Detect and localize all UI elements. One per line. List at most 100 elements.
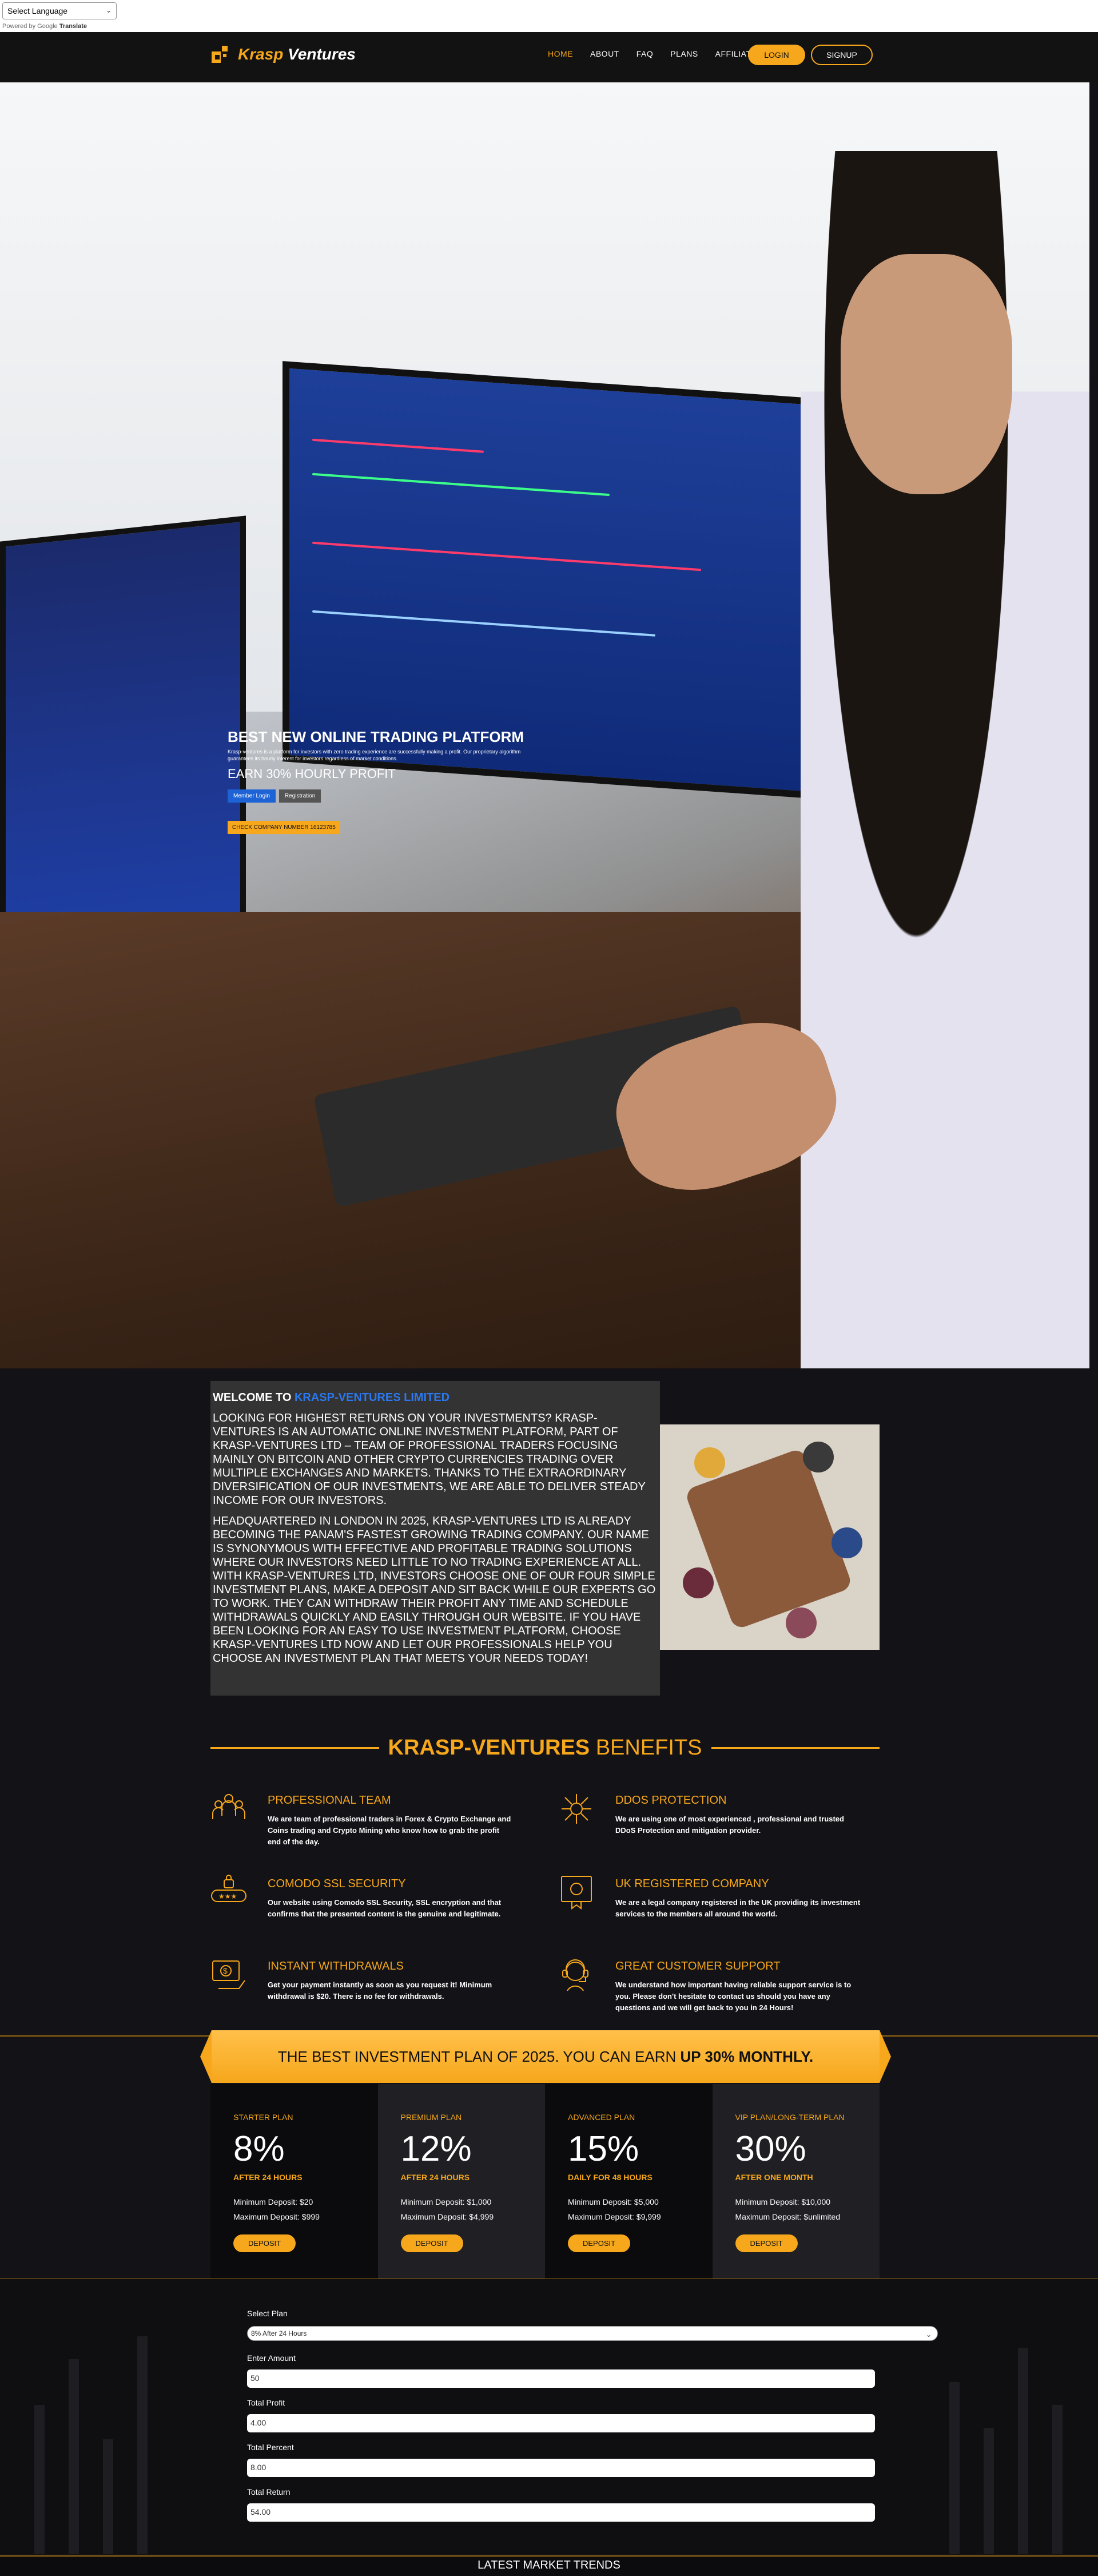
hero-title: BEST NEW ONLINE TRADING PLATFORM (228, 728, 524, 745)
registration-button[interactable]: Registration (279, 789, 321, 803)
logo-icon (210, 43, 232, 65)
hero-section: BEST NEW ONLINE TRADING PLATFORM Krasp-v… (0, 82, 1089, 1368)
benefits-heading-rest: BENEFITS (595, 1735, 702, 1760)
plan-percent: 30% (735, 2129, 806, 2169)
total-percent-label: Total Percent (247, 2443, 294, 2452)
main-nav: HOME ABOUT FAQ PLANS AFFILIATES (548, 49, 762, 58)
login-button[interactable]: LOGIN (748, 45, 805, 65)
plan-duration: AFTER 24 HOURS (400, 2173, 470, 2182)
nav-faq[interactable]: FAQ (636, 49, 654, 58)
company-number-button[interactable]: CHECK COMPANY NUMBER 16123785 (228, 821, 340, 834)
welcome-heading-prefix: WELCOME TO (213, 1391, 292, 1404)
language-select[interactable]: Select Language ⌄ (2, 2, 117, 19)
svg-text:★★★: ★★★ (218, 1892, 237, 1900)
investment-banner: THE BEST INVESTMENT PLAN OF 2025. YOU CA… (200, 2030, 891, 2083)
plan-card-premium: PREMIUM PLAN 12% AFTER 24 HOURS Minimum … (377, 2084, 545, 2279)
benefits-heading: KRASP-VENTURES BENEFITS (379, 1736, 711, 1760)
amount-label: Enter Amount (247, 2353, 296, 2363)
benefit-text: We are using one of most experienced , p… (615, 1815, 844, 1835)
plan-name: ADVANCED PLAN (568, 2113, 635, 2122)
plan-card-advanced: ADVANCED PLAN 15% DAILY FOR 48 HOURS Min… (545, 2084, 713, 2279)
plan-duration: DAILY FOR 48 HOURS (568, 2173, 653, 2182)
shield-icon (558, 1791, 595, 1827)
plan-card-starter: STARTER PLAN 8% AFTER 24 HOURS Minimum D… (210, 2084, 378, 2279)
total-return-field: 54.00 (247, 2503, 875, 2522)
plan-min-deposit: Minimum Deposit: $10,000 (735, 2197, 831, 2206)
logo-part-1: Krasp (238, 45, 284, 63)
plan-max-deposit: Maximum Deposit: $999 (233, 2212, 320, 2221)
benefit-title: UK REGISTERED COMPANY (615, 1878, 769, 1890)
deposit-button[interactable]: DEPOSIT (233, 2234, 296, 2252)
total-profit-field: 4.00 (247, 2414, 875, 2432)
hero-person-face (841, 254, 1012, 494)
benefit-title: COMODO SSL SECURITY (268, 1878, 406, 1890)
benefit-title: PROFESSIONAL TEAM (268, 1794, 391, 1807)
hero-profit: EARN 30% HOURLY PROFIT (228, 767, 396, 781)
member-login-button[interactable]: Member Login (228, 789, 276, 803)
plan-percent: 8% (233, 2129, 285, 2169)
logo-text: Krasp Ventures (238, 45, 356, 63)
translate-link[interactable]: Translate (59, 23, 87, 30)
certificate-icon (558, 1874, 595, 1911)
powered-by-google: Powered by Google Translate (2, 23, 87, 30)
plan-min-deposit: Minimum Deposit: $20 (233, 2197, 313, 2206)
chevron-down-icon: ⌄ (925, 2331, 932, 2339)
benefits-heading-brand: KRASP-VENTURES (388, 1735, 590, 1760)
select-plan-label: Select Plan (247, 2309, 288, 2318)
hero-monitor-left (0, 515, 246, 954)
deposit-button[interactable]: DEPOSIT (400, 2234, 463, 2252)
benefit-text: We are a legal company registered in the… (615, 1898, 861, 1918)
hero-subtitle: Krasp-ventures is a platform for investo… (228, 749, 521, 761)
plan-name: VIP PLAN/LONG-TERM PLAN (735, 2113, 845, 2122)
benefit-text: We are team of professional traders in F… (268, 1815, 511, 1846)
benefit-text: Get your payment instantly as soon as yo… (268, 1980, 492, 2001)
nav-plans[interactable]: PLANS (670, 49, 698, 58)
nav-home[interactable]: HOME (548, 49, 573, 58)
plan-max-deposit: Maximum Deposit: $unlimited (735, 2212, 841, 2221)
select-plan-dropdown[interactable]: 8% After 24 Hours ⌄ (247, 2326, 938, 2341)
welcome-paragraph-1: LOOKING FOR HIGHEST RETURNS ON YOUR INVE… (213, 1412, 646, 1507)
plan-max-deposit: Maximum Deposit: $4,999 (400, 2212, 494, 2221)
benefits-title: KRASP-VENTURES BENEFITS (210, 1733, 880, 1762)
market-trends-title: LATEST MARKET TRENDS (0, 2557, 1098, 2576)
benefit-text: Our website using Comodo SSL Security, S… (268, 1898, 502, 1918)
nav-about[interactable]: ABOUT (590, 49, 619, 58)
benefit-text: We understand how important having relia… (615, 1980, 852, 2012)
logo-part-2: Ventures (288, 45, 356, 63)
banner-text-bold: UP 30% MONTHLY. (680, 2047, 814, 2065)
plan-min-deposit: Minimum Deposit: $5,000 (568, 2197, 659, 2206)
plan-name: STARTER PLAN (233, 2113, 293, 2122)
benefit-title: INSTANT WITHDRAWALS (268, 1960, 404, 1972)
site-logo[interactable]: Krasp Ventures (210, 43, 356, 65)
banner-text: THE BEST INVESTMENT PLAN OF 2025. YOU CA… (278, 2048, 813, 2066)
welcome-paragraph-2: HEADQUARTERED IN LONDON IN 2025, KRASP-V… (213, 1515, 656, 1665)
powered-by-label: Powered by (2, 23, 36, 30)
plan-percent: 15% (568, 2129, 639, 2169)
amount-input[interactable]: 50 (247, 2369, 875, 2388)
benefit-title: GREAT CUSTOMER SUPPORT (615, 1960, 781, 1972)
banner-text-main: THE BEST INVESTMENT PLAN OF 2025. YOU CA… (277, 2047, 677, 2065)
translate-bar: Select Language ⌄ Powered by Google Tran… (0, 0, 1098, 32)
hero-buttons: Member Login Registration (228, 789, 525, 803)
deposit-button[interactable]: DEPOSIT (735, 2234, 798, 2252)
google-label: Google (37, 23, 58, 30)
select-plan-value: 8% After 24 Hours (251, 2329, 307, 2337)
svg-text:$: $ (223, 1966, 228, 1975)
lock-icon: ★★★ (210, 1874, 247, 1911)
signup-button[interactable]: SIGNUP (811, 45, 873, 65)
deposit-button[interactable]: DEPOSIT (568, 2234, 631, 2252)
hero-content: BEST NEW ONLINE TRADING PLATFORM Krasp-v… (228, 729, 525, 834)
plan-duration: AFTER 24 HOURS (233, 2173, 303, 2182)
plan-min-deposit: Minimum Deposit: $1,000 (400, 2197, 492, 2206)
welcome-heading: WELCOME TO KRASP-VENTURES LIMITED (213, 1391, 658, 1404)
site-header: Krasp Ventures HOME ABOUT FAQ PLANS AFFI… (0, 32, 1098, 82)
plan-percent: 12% (400, 2129, 472, 2169)
support-icon (558, 1956, 595, 1993)
money-icon: $ (210, 1956, 247, 1993)
total-percent-field: 8.00 (247, 2459, 875, 2477)
chevron-down-icon: ⌄ (105, 6, 112, 14)
plans-grid: STARTER PLAN 8% AFTER 24 HOURS Minimum D… (210, 2084, 880, 2279)
welcome-heading-brand: KRASP-VENTURES LIMITED (294, 1391, 450, 1404)
team-icon (210, 1791, 247, 1827)
plan-duration: AFTER ONE MONTH (735, 2173, 813, 2182)
